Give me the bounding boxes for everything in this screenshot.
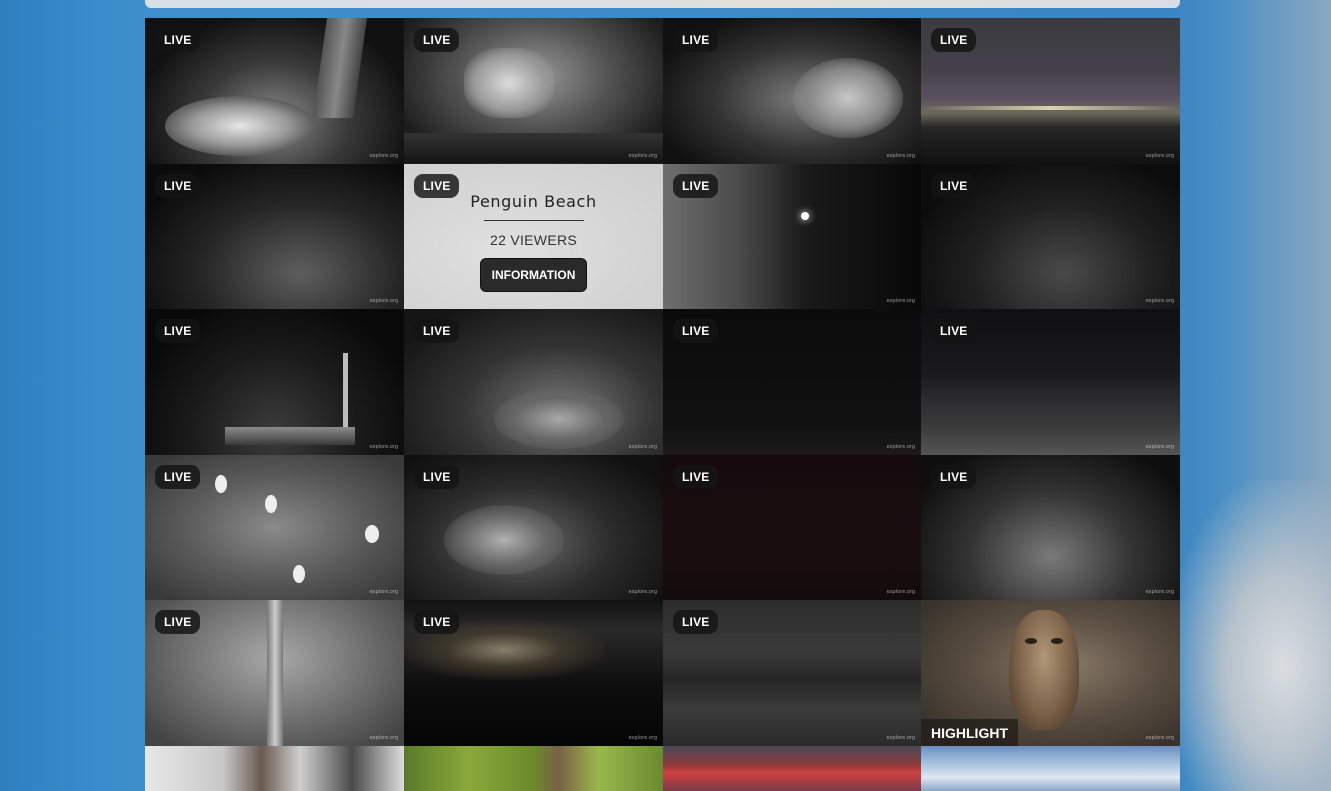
live-badge: LIVE [414,28,460,52]
cam-tile[interactable] [921,745,1180,791]
cam-tile[interactable]: explore.org LIVE [145,600,404,746]
top-bar [145,0,1180,8]
title-divider [483,219,584,221]
live-badge: LIVE [155,28,201,52]
live-badge: LIVE [931,28,977,52]
cam-tile[interactable]: explore.org LIVE [404,18,663,164]
live-badge: LIVE [673,610,719,635]
cam-tile[interactable] [404,745,663,791]
cam-tile[interactable]: explore.org LIVE [663,454,921,601]
cam-tile[interactable]: explore.org LIVE [921,18,1180,164]
cam-tile[interactable] [663,745,921,791]
live-badge: LIVE [155,610,201,635]
cam-tile-highlight[interactable]: explore.org HIGHLIGHT [921,600,1180,746]
watermark: explore.org [628,734,657,741]
watermark: explore.org [369,298,398,305]
live-badge: LIVE [155,464,201,489]
live-badge: LIVE [931,173,977,198]
owl-figure [1009,610,1079,731]
watermark: explore.org [1145,298,1174,305]
live-badge: LIVE [673,319,719,344]
live-badge: LIVE [414,464,460,489]
watermark: explore.org [369,152,398,159]
cam-tile[interactable]: explore.org LIVE [921,309,1180,455]
cam-tile-penguin-beach[interactable]: Penguin Beach 22 VIEWERS INFORMATION LIV… [404,163,663,310]
live-badge: LIVE [155,173,201,198]
watermark: explore.org [369,443,398,450]
cam-tile[interactable]: explore.org LIVE [921,454,1180,601]
watermark: explore.org [1145,734,1174,741]
cam-tile[interactable]: explore.org LIVE [663,600,921,746]
background-glow [1171,480,1331,791]
live-badge: LIVE [414,610,460,635]
watermark: explore.org [369,589,398,596]
watermark: explore.org [1145,589,1174,596]
watermark: explore.org [628,152,657,159]
watermark: explore.org [628,443,657,450]
live-badge: LIVE [414,319,460,344]
cam-tile[interactable]: explore.org LIVE [404,454,663,601]
watermark: explore.org [886,152,915,159]
live-badge: LIVE [155,319,201,344]
cam-tile[interactable]: explore.org LIVE [145,309,404,455]
highlight-badge: HIGHLIGHT [921,718,1018,746]
live-badge: LIVE [414,173,460,198]
watermark: explore.org [1145,443,1174,450]
cam-tile[interactable]: explore.org LIVE [145,18,404,164]
live-badge: LIVE [931,464,977,489]
watermark: explore.org [628,589,657,596]
cam-tile[interactable]: explore.org LIVE [663,163,921,310]
cam-tile[interactable] [145,745,404,791]
watermark: explore.org [886,298,915,305]
live-badge: LIVE [673,28,719,52]
cam-tile[interactable]: explore.org LIVE [145,163,404,310]
viewer-count: 22 VIEWERS [489,231,578,248]
live-badge: LIVE [673,173,719,198]
watermark: explore.org [886,734,915,741]
live-badge: LIVE [931,319,977,344]
cam-grid: explore.org LIVE explore.org LIVE explor… [145,18,1180,791]
cam-tile[interactable]: explore.org LIVE [663,309,921,455]
watermark: explore.org [1145,152,1174,159]
watermark: explore.org [886,443,915,450]
cam-tile[interactable]: explore.org LIVE [921,163,1180,310]
live-badge: LIVE [673,464,719,489]
cam-tile[interactable]: explore.org LIVE [404,309,663,455]
cam-tile[interactable]: explore.org LIVE [145,454,404,601]
watermark: explore.org [886,589,915,596]
cam-tile[interactable]: explore.org LIVE [404,600,663,746]
cam-tile[interactable]: explore.org LIVE [663,18,921,164]
cam-title: Penguin Beach [470,191,597,211]
watermark: explore.org [369,734,398,741]
information-button[interactable]: INFORMATION [479,257,588,292]
